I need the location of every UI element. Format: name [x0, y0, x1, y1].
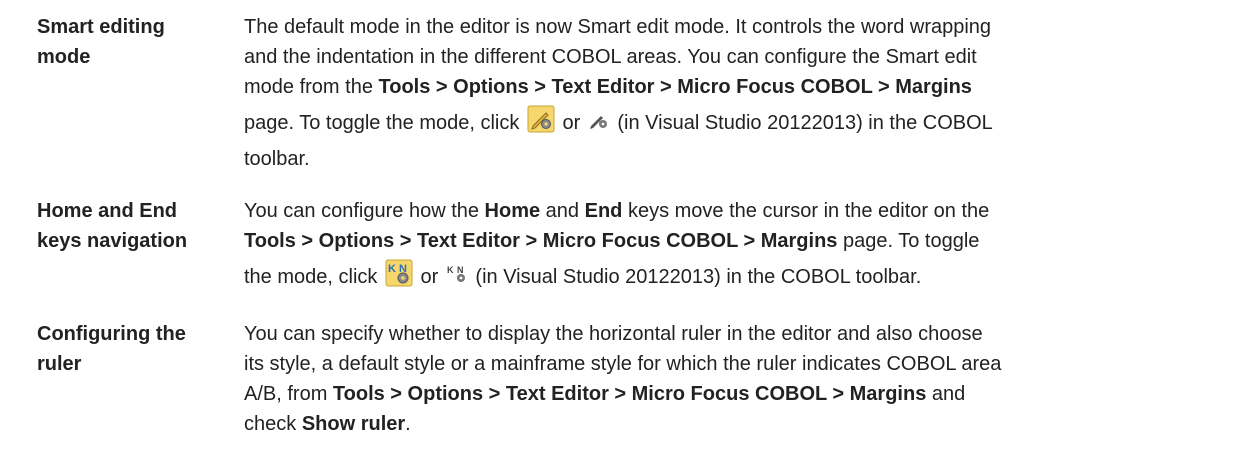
desc-text: the mode, click — [244, 266, 383, 288]
option-name: Show ruler — [301, 413, 406, 435]
desc-text: and — [540, 200, 585, 222]
desc-line: A/B, from Tools > Options > Text Editor … — [244, 379, 1239, 409]
desc-line: toolbar. — [244, 148, 310, 170]
menu-path: Tools > Options > Text Editor > Micro Fo… — [378, 76, 972, 98]
desc-text: page. To toggle — [837, 230, 980, 252]
key-name: End — [584, 200, 623, 222]
term-smart-editing: Smart editing mode — [37, 12, 237, 72]
desc-line: page. To toggle the mode, click or (in V… — [244, 102, 1239, 144]
desc-text: keys move the cursor in the editor on th… — [622, 200, 990, 222]
desc-text: You can configure how the — [244, 200, 485, 222]
desc-line: mode from the Tools > Options > Text Edi… — [244, 72, 1239, 102]
home-end-toggle-icon: KN — [385, 259, 413, 287]
term-line: ruler — [37, 353, 82, 375]
desc-line: You can configure how the Home and End k… — [244, 196, 1239, 226]
desc-text: (in Visual Studio 20122013) in the COBOL — [611, 112, 993, 134]
smart-edit-toggle-icon — [527, 105, 555, 133]
svg-text:N: N — [457, 265, 464, 275]
desc-text: or — [414, 266, 444, 288]
term-line: keys navigation — [37, 230, 188, 252]
desc-smart-editing: The default mode in the editor is now Sm… — [244, 12, 1239, 174]
key-name: Home — [484, 200, 541, 222]
desc-line: You can specify whether to display the h… — [244, 323, 983, 345]
desc-text: check — [244, 413, 302, 435]
svg-text:K: K — [447, 265, 454, 275]
term-line: Home and End — [37, 200, 178, 222]
desc-text: mode from the — [244, 76, 379, 98]
desc-text: . — [405, 413, 411, 435]
desc-line: check Show ruler. — [244, 409, 1239, 439]
desc-line: its style, a default style or a mainfram… — [244, 353, 1002, 375]
desc-text: (in Visual Studio 20122013) in the COBOL… — [469, 266, 922, 288]
menu-path: Tools > Options > Text Editor > Micro Fo… — [332, 383, 927, 405]
desc-line: and the indentation in the different COB… — [244, 46, 977, 68]
term-line: mode — [37, 46, 91, 68]
desc-line: the mode, click KN or KN (in Visual Stud… — [244, 256, 1239, 298]
menu-path: Tools > Options > Text Editor > Micro Fo… — [244, 230, 838, 252]
term-line: Smart editing — [37, 16, 165, 38]
term-line: Configuring the — [37, 323, 186, 345]
definition-list: Smart editing mode The default mode in t… — [0, 0, 1253, 455]
desc-line: Tools > Options > Text Editor > Micro Fo… — [244, 226, 1239, 256]
desc-text: or — [556, 112, 586, 134]
desc-ruler: You can specify whether to display the h… — [244, 319, 1239, 439]
desc-text: page. To toggle the mode, click — [244, 112, 525, 134]
svg-text:K: K — [388, 263, 396, 275]
desc-home-end: You can configure how the Home and End k… — [244, 196, 1239, 298]
term-home-end: Home and End keys navigation — [37, 196, 237, 256]
home-end-toggle-2012-icon: KN — [446, 263, 468, 285]
term-ruler: Configuring the ruler — [37, 319, 237, 379]
desc-text: A/B, from — [244, 383, 333, 405]
smart-edit-toggle-2012-icon — [588, 109, 610, 131]
desc-line: The default mode in the editor is now Sm… — [244, 16, 992, 38]
desc-text: and — [926, 383, 966, 405]
